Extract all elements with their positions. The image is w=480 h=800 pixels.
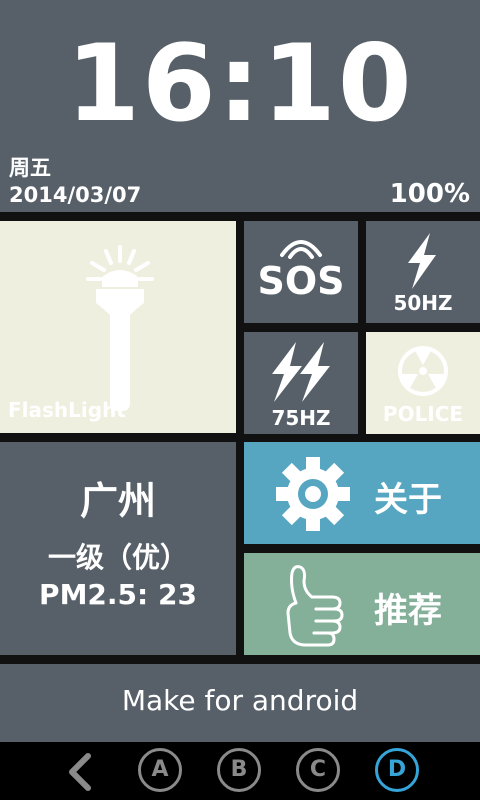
thumbs-up-icon xyxy=(286,565,344,647)
sos-tile[interactable]: SOS xyxy=(244,221,358,323)
back-icon[interactable] xyxy=(64,752,94,792)
strobe-50hz-label: 50HZ xyxy=(393,291,453,315)
strobe-75hz-tile[interactable]: 75HZ xyxy=(244,332,358,434)
nav-button-c[interactable]: C xyxy=(296,748,340,792)
sos-signal-icon xyxy=(280,240,322,259)
pm25-value: PM2.5: 23 xyxy=(39,578,197,611)
sos-label: SOS xyxy=(257,259,345,303)
about-label: 关于 xyxy=(374,480,442,520)
battery-level: 100% xyxy=(389,179,470,209)
date-label: 2014/03/07 xyxy=(9,183,142,207)
weekday-label: 周五 xyxy=(9,156,51,180)
police-tile[interactable]: POLICE xyxy=(366,332,480,434)
strobe-50hz-tile[interactable]: 50HZ xyxy=(366,221,480,323)
gear-icon xyxy=(276,457,350,531)
nav-button-b[interactable]: B xyxy=(217,748,261,792)
nav-button-a[interactable]: A xyxy=(138,748,182,792)
air-quality-level: 一级（优） xyxy=(47,541,188,574)
about-tile[interactable]: 关于 xyxy=(244,442,480,544)
radiation-icon xyxy=(398,346,448,396)
city-name: 广州 xyxy=(79,479,156,523)
strobe-75hz-label: 75HZ xyxy=(271,406,331,430)
clock-time: 16:10 xyxy=(66,22,414,145)
flashlight-label: FlashLight xyxy=(8,398,126,422)
lightning-icon xyxy=(408,233,436,289)
footer-text: Make for android xyxy=(121,684,359,717)
nav-button-d[interactable]: D xyxy=(375,748,419,792)
recommend-label: 推荐 xyxy=(374,591,442,631)
double-lightning-icon xyxy=(272,342,330,402)
police-label: POLICE xyxy=(382,402,464,426)
recommend-tile[interactable]: 推荐 xyxy=(244,553,480,655)
flashlight-icon xyxy=(86,245,154,411)
